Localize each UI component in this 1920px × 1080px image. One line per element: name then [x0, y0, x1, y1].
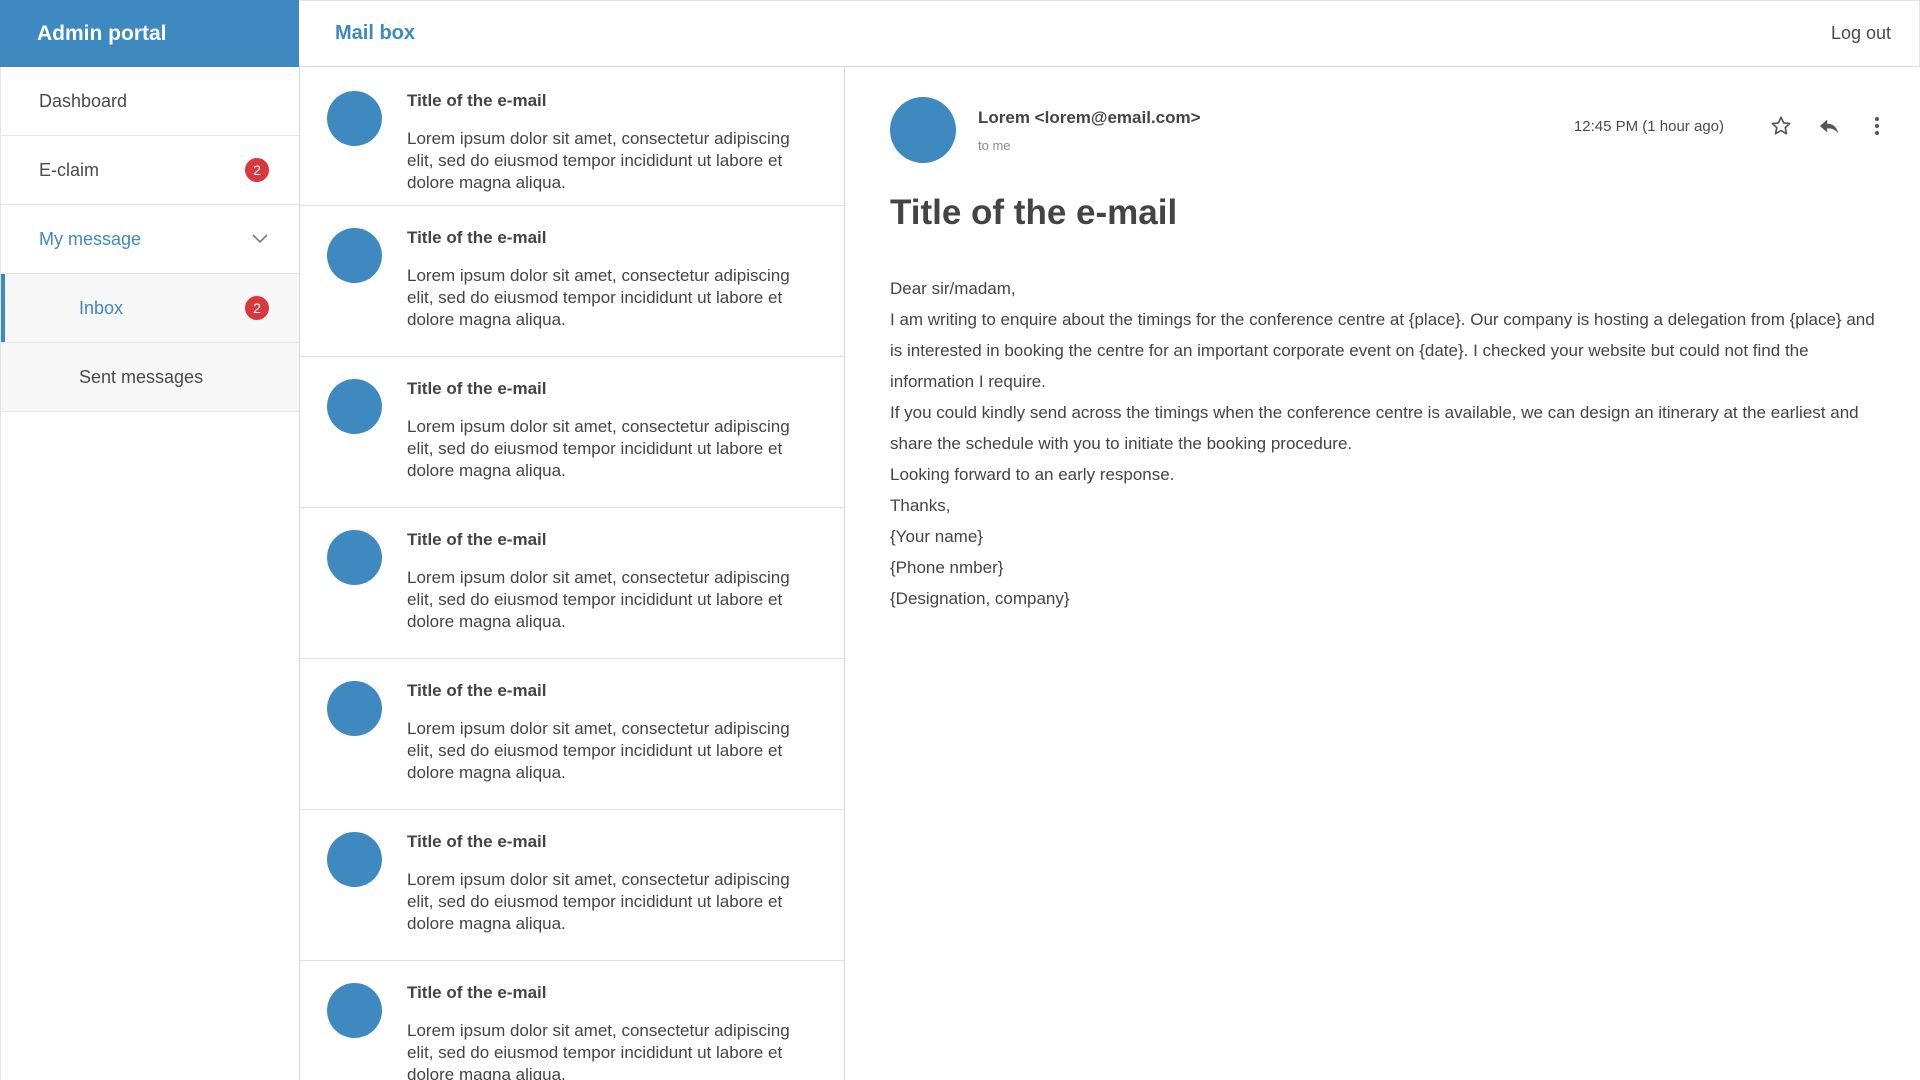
email-title: Title of the e-mail: [407, 983, 547, 1002]
unread-count-badge: 2: [245, 158, 269, 182]
email-snippet: Lorem ipsum dolor sit amet, consectetur …: [407, 266, 790, 329]
email-snippet: Lorem ipsum dolor sit amet, consectetur …: [407, 870, 790, 933]
email-snippet: Lorem ipsum dolor sit amet, consectetur …: [407, 568, 790, 631]
avatar: [327, 530, 382, 585]
top-bar: Mail box Log out: [299, 0, 1920, 67]
email-snippet: Lorem ipsum dolor sit amet, consectetur …: [407, 417, 790, 480]
email-snippet: Lorem ipsum dolor sit amet, consectetur …: [407, 1021, 790, 1080]
sidebar-item-label: My message: [39, 228, 142, 249]
avatar: [327, 832, 382, 887]
message-subject: Title of the e-mail: [890, 193, 1178, 232]
sender-name: Lorem <lorem@email.com>: [978, 108, 1201, 127]
message-body: Dear sir/madam, I am writing to enquire …: [890, 273, 1890, 614]
avatar: [327, 681, 382, 736]
sidebar-item-label: Dashboard: [39, 90, 128, 111]
email-list: Title of the e-mail Lorem ipsum dolor si…: [300, 67, 845, 1080]
body-paragraph: I am writing to enquire about the timing…: [890, 310, 1875, 391]
body-paragraph: Looking forward to an early response.: [890, 465, 1175, 484]
email-title: Title of the e-mail: [407, 91, 547, 110]
message-header: Lorem <lorem@email.com> to me 12:45 PM (…: [890, 97, 1890, 163]
avatar: [327, 228, 382, 283]
more-vertical-icon[interactable]: [1864, 113, 1890, 139]
sidebar-item-e-claim[interactable]: E-claim 2: [1, 136, 299, 205]
message-timestamp: 12:45 PM (1 hour ago): [1573, 117, 1724, 135]
email-snippet: Lorem ipsum dolor sit amet, consectetur …: [407, 719, 790, 782]
email-list-item[interactable]: Title of the e-mail Lorem ipsum dolor si…: [300, 206, 844, 357]
email-list-item[interactable]: Title of the e-mail Lorem ipsum dolor si…: [300, 810, 844, 961]
sidebar-item-sent-messages[interactable]: Sent messages: [1, 343, 299, 412]
email-list-item[interactable]: Title of the e-mail Lorem ipsum dolor si…: [300, 659, 844, 810]
email-list-item[interactable]: Title of the e-mail Lorem ipsum dolor si…: [300, 67, 844, 206]
sidebar-item-my-message[interactable]: My message: [1, 205, 299, 274]
sidebar-item-label: Inbox: [79, 297, 124, 318]
sidebar-item-dashboard[interactable]: Dashboard: [1, 67, 299, 136]
star-icon[interactable]: [1768, 113, 1794, 139]
app-root: Admin portal Mail box Log out Dashboard …: [0, 0, 1920, 1080]
email-list-item[interactable]: Title of the e-mail Lorem ipsum dolor si…: [300, 508, 844, 659]
sidebar-item-label: Sent messages: [79, 366, 204, 387]
sidebar: Dashboard E-claim 2 My message Inbox 2 S…: [0, 67, 300, 1080]
unread-count-badge: 2: [245, 296, 269, 320]
body-paragraph: {Phone nmber}: [890, 558, 1004, 577]
reading-pane: Lorem <lorem@email.com> to me 12:45 PM (…: [846, 67, 1920, 1080]
body-paragraph: Thanks,: [890, 496, 951, 515]
avatar: [327, 983, 382, 1038]
email-title: Title of the e-mail: [407, 379, 547, 398]
chevron-down-icon: [251, 230, 269, 248]
avatar: [327, 379, 382, 434]
reply-icon[interactable]: [1816, 113, 1842, 139]
sidebar-item-label: E-claim: [39, 159, 100, 180]
email-title: Title of the e-mail: [407, 530, 547, 549]
body-paragraph: If you could kindly send across the timi…: [890, 403, 1859, 453]
recipient-label: to me: [978, 138, 1011, 153]
email-title: Title of the e-mail: [407, 681, 547, 700]
email-list-item[interactable]: Title of the e-mail Lorem ipsum dolor si…: [300, 961, 844, 1080]
email-title: Title of the e-mail: [407, 228, 547, 247]
email-snippet: Lorem ipsum dolor sit amet, consectetur …: [407, 129, 790, 192]
body-paragraph: {Your name}: [890, 527, 983, 546]
sender-avatar: [890, 97, 956, 163]
brand-title: Admin portal: [37, 21, 167, 45]
logout-button[interactable]: Log out: [1831, 23, 1891, 44]
page-title: Mail box: [335, 22, 416, 44]
avatar: [327, 91, 382, 146]
sidebar-item-inbox[interactable]: Inbox 2: [1, 274, 299, 343]
email-list-item[interactable]: Title of the e-mail Lorem ipsum dolor si…: [300, 357, 844, 508]
email-title: Title of the e-mail: [407, 832, 547, 851]
body-paragraph: {Designation, company}: [890, 589, 1070, 608]
brand-logo: Admin portal: [0, 0, 299, 67]
body-paragraph: Dear sir/madam,: [890, 279, 1016, 298]
